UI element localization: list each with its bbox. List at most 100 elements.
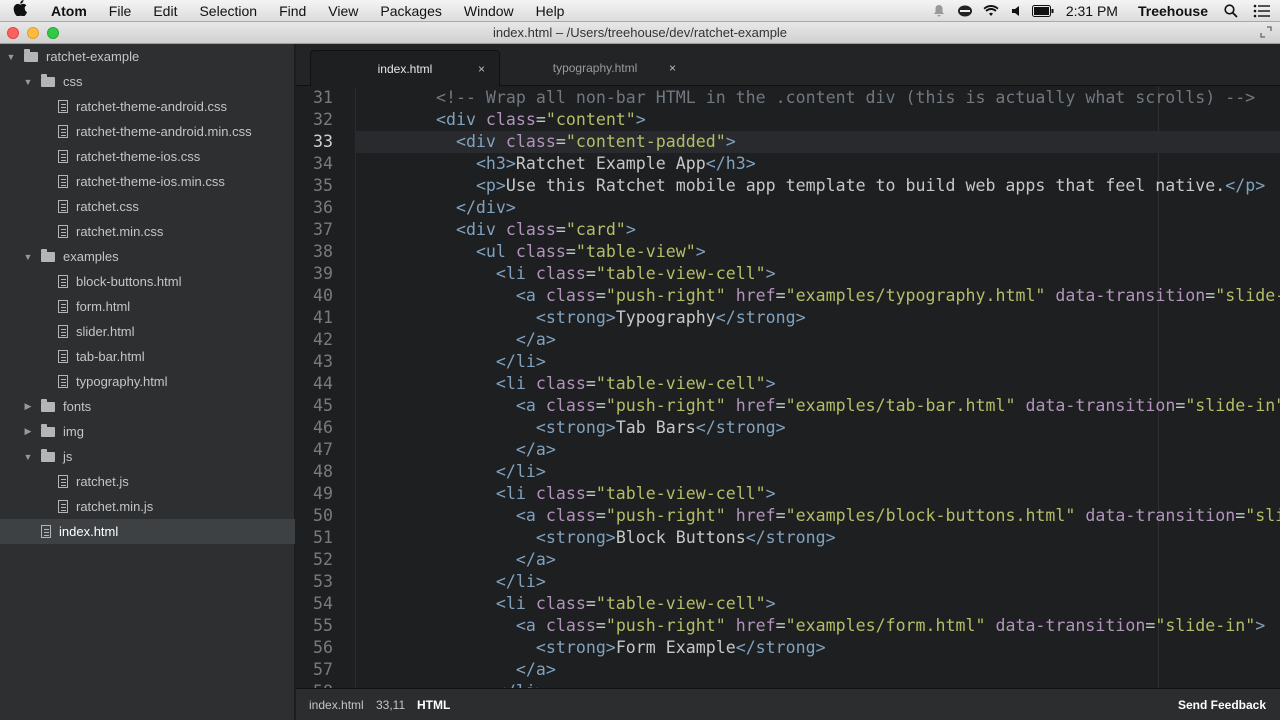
code-line[interactable]: </li> [356,571,1280,593]
code-token: "push-right" [605,286,736,305]
tree-file[interactable]: ratchet-theme-android.css [0,94,295,119]
menubar-clock[interactable]: 2:31 PM [1056,3,1128,19]
code-line[interactable]: <div class="content-padded"> [356,131,1280,153]
status-file-path[interactable]: index.html [309,698,364,712]
tab-close-icon[interactable]: × [478,62,485,76]
chevron-right-icon[interactable]: ▶ [23,401,33,412]
tab-index-html[interactable]: index.html × [310,50,500,86]
code-line[interactable]: </a> [356,439,1280,461]
code-line[interactable]: </li> [356,461,1280,483]
tree-folder[interactable]: ▼ css [0,69,295,94]
code-line[interactable]: <ul class="table-view"> [356,241,1280,263]
code-line[interactable]: <div class="card"> [356,219,1280,241]
tree-file[interactable]: index.html [0,519,295,544]
code-line[interactable]: <a class="push-right" href="examples/for… [356,615,1280,637]
messages-icon[interactable] [952,4,978,18]
menu-find[interactable]: Find [268,3,317,19]
tree-folder[interactable]: ▶ fonts [0,394,295,419]
tree-file[interactable]: tab-bar.html [0,344,295,369]
file-icon [58,375,68,388]
code-line[interactable]: <strong>Block Buttons</strong> [356,527,1280,549]
volume-icon[interactable] [1004,5,1030,17]
code-line[interactable]: <p>Use this Ratchet mobile app template … [356,175,1280,197]
code-line[interactable]: <div class="content"> [356,109,1280,131]
code-line[interactable]: <a class="push-right" href="examples/blo… [356,505,1280,527]
code-line[interactable]: <li class="table-view-cell"> [356,373,1280,395]
spotlight-search-icon[interactable] [1218,3,1244,18]
notification-icon[interactable] [926,4,952,18]
code-token: "content" [545,110,636,129]
tree-file[interactable]: ratchet.js [0,469,295,494]
code-line[interactable]: </a> [356,329,1280,351]
chevron-down-icon[interactable]: ▼ [23,252,33,262]
tree-file[interactable]: typography.html [0,369,295,394]
code-line[interactable]: <a class="push-right" href="examples/typ… [356,285,1280,307]
code-line[interactable]: </li> [356,681,1280,688]
code-line[interactable]: <!-- Wrap all non-bar HTML in the .conte… [356,87,1280,109]
code-line[interactable]: <strong>Form Example</strong> [356,637,1280,659]
menu-selection[interactable]: Selection [188,3,268,19]
apple-menu-icon[interactable] [0,0,40,21]
status-cursor-position[interactable]: 33,11 [376,698,405,712]
chevron-down-icon[interactable]: ▼ [6,52,16,62]
code-line[interactable]: <strong>Tab Bars</strong> [356,417,1280,439]
code-token: data-transition [1025,396,1176,415]
menu-view[interactable]: View [317,3,369,19]
code-line[interactable]: <li class="table-view-cell"> [356,593,1280,615]
menu-app-name[interactable]: Atom [40,3,98,19]
menu-edit[interactable]: Edit [142,3,188,19]
code-editor[interactable]: 31 32 33 34 35 36 37 38 39 40 41 42 43 44 45 46 47 48 49 50… [296,87,1280,688]
code-line[interactable]: <li class="table-view-cell"> [356,263,1280,285]
tree-folder[interactable]: ▼ ratchet-example [0,44,295,69]
code-line[interactable]: <h3>Ratchet Example App</h3> [356,153,1280,175]
tree-file[interactable]: form.html [0,294,295,319]
tree-file[interactable]: block-buttons.html [0,269,295,294]
status-grammar[interactable]: HTML [417,698,450,712]
tree-file[interactable]: ratchet-theme-ios.min.css [0,169,295,194]
menu-window[interactable]: Window [453,3,525,19]
tree-folder[interactable]: ▼ examples [0,244,295,269]
code-token: <strong> [535,418,616,437]
wifi-icon[interactable] [978,4,1004,17]
code-token: "slide-in" [1215,286,1280,305]
menubar-user[interactable]: Treehouse [1128,3,1218,19]
code-token: </li> [495,572,546,591]
tree-file[interactable]: ratchet.min.js [0,494,295,519]
line-number: 52 [313,550,333,569]
code-line[interactable]: </div> [356,197,1280,219]
send-feedback-button[interactable]: Send Feedback [1178,698,1266,712]
line-number: 44 [313,374,333,393]
chevron-right-icon[interactable]: ▶ [23,426,33,437]
fullscreen-icon[interactable] [1260,26,1272,38]
code-line[interactable]: <a class="push-right" href="examples/tab… [356,395,1280,417]
code-line[interactable]: <strong>Typography</strong> [356,307,1280,329]
tab-close-icon[interactable]: × [669,61,676,75]
chevron-down-icon[interactable]: ▼ [23,452,33,462]
tree-file[interactable]: ratchet.css [0,194,295,219]
notification-center-icon[interactable] [1244,4,1280,18]
code-token: <div [455,132,506,151]
code-token: <li [495,594,536,613]
tree-file[interactable]: slider.html [0,319,295,344]
battery-icon[interactable] [1030,4,1056,17]
tree-file[interactable]: ratchet-theme-ios.css [0,144,295,169]
tree-file[interactable]: ratchet.min.css [0,219,295,244]
tab-typography-html[interactable]: typography.html × [500,50,690,86]
code-line[interactable]: </li> [356,351,1280,373]
menu-help[interactable]: Help [525,3,576,19]
chevron-down-icon[interactable]: ▼ [23,77,33,87]
tree-folder[interactable]: ▼ js [0,444,295,469]
code-line[interactable]: </a> [356,659,1280,681]
code-line[interactable]: </a> [356,549,1280,571]
menu-file[interactable]: File [98,3,143,19]
tab-label: typography.html [552,61,638,75]
code-token: = [1175,396,1186,415]
tree-folder[interactable]: ▶ img [0,419,295,444]
code-token: = [1235,506,1246,525]
menu-packages[interactable]: Packages [369,3,452,19]
tree-file[interactable]: ratchet-theme-android.min.css [0,119,295,144]
code-token: "examples/block-buttons.html" [785,506,1086,525]
code-line[interactable]: <li class="table-view-cell"> [356,483,1280,505]
